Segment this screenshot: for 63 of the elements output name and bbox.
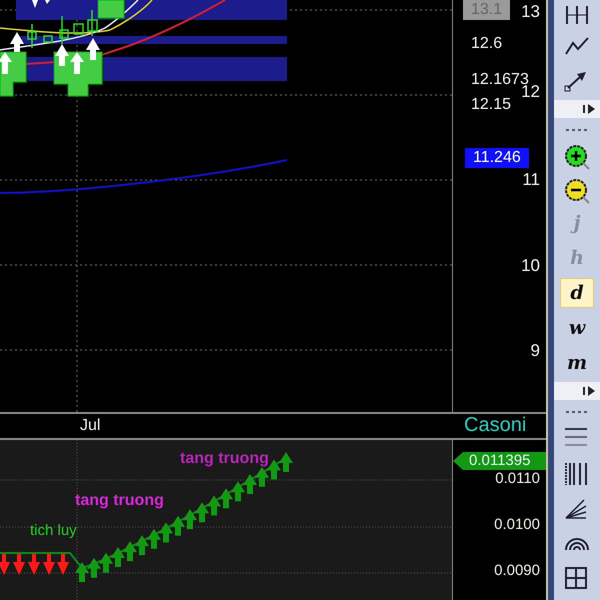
up-arrow-icon xyxy=(171,516,185,536)
grip-icon xyxy=(564,410,588,414)
up-arrow-icon xyxy=(70,52,84,74)
period-button[interactable]: m xyxy=(560,348,594,378)
candlestick xyxy=(43,35,53,43)
axis-label: 11.246 xyxy=(465,148,529,168)
up-arrow-icon xyxy=(111,547,125,568)
down-arrow-icon xyxy=(43,553,55,575)
up-arrow-icon xyxy=(75,562,89,582)
grip-icon xyxy=(564,128,588,132)
chart-annotation: tang truong xyxy=(180,450,269,468)
down-arrow-icon xyxy=(28,553,40,575)
down-arrow-icon xyxy=(57,553,69,575)
up-arrow-icon xyxy=(159,522,173,542)
chart-annotation: tang truong xyxy=(75,492,164,510)
down-arrow-icon xyxy=(45,0,50,4)
up-arrow-icon xyxy=(207,495,221,516)
up-arrow-icon xyxy=(55,44,69,66)
period-button[interactable]: d xyxy=(560,278,594,308)
up-arrow-icon xyxy=(183,509,197,530)
axis-label: 10 xyxy=(521,256,540,276)
up-arrow-icon xyxy=(86,38,100,60)
date-label: Jul xyxy=(80,417,100,435)
candlestick xyxy=(59,16,69,44)
down-arrow-icon xyxy=(0,553,10,575)
grid-icon[interactable] xyxy=(564,566,588,590)
up-arrow-icon xyxy=(123,541,137,562)
axis-label: 0.011395 xyxy=(453,452,546,470)
axis-label: 0.0110 xyxy=(495,470,540,488)
expand-icon[interactable] xyxy=(582,103,596,115)
bars-icon[interactable] xyxy=(564,4,590,26)
expand-icon[interactable] xyxy=(582,385,596,397)
up-arrow-icon xyxy=(195,502,209,522)
axis-label: 12.6 xyxy=(471,34,502,54)
candlestick xyxy=(73,23,84,35)
axis-label: 13 xyxy=(521,2,540,22)
up-arrow-icon xyxy=(10,32,24,52)
line-chart-icon[interactable] xyxy=(564,36,590,56)
up-arrow-icon xyxy=(231,481,245,502)
vertical-lines-icon[interactable] xyxy=(564,462,588,486)
axis-label: 9 xyxy=(530,341,540,361)
zoom-in-icon[interactable] xyxy=(564,144,590,170)
axis-label: 12.15 xyxy=(471,95,512,115)
up-arrow-icon xyxy=(279,452,293,472)
up-arrow-icon xyxy=(255,466,269,487)
up-arrow-icon xyxy=(135,535,149,556)
up-arrow-icon xyxy=(243,474,257,494)
up-arrow-icon xyxy=(0,52,12,74)
chart-annotation: tich luy xyxy=(30,522,77,539)
up-arrow-icon xyxy=(87,558,101,578)
candlestick xyxy=(27,24,37,48)
up-arrow-icon xyxy=(267,459,281,480)
horizontal-lines-icon[interactable] xyxy=(564,426,588,448)
axis-label: 11 xyxy=(522,170,540,190)
up-arrow-icon xyxy=(147,528,161,549)
period-button[interactable]: w xyxy=(560,313,594,343)
up-arrow-icon xyxy=(99,552,113,573)
down-arrow-icon xyxy=(13,553,25,575)
indicator-name: Casoni xyxy=(464,414,526,437)
axis-label: 0.0100 xyxy=(494,516,540,534)
zoom-out-icon[interactable] xyxy=(564,178,590,204)
axis-label: 0.0090 xyxy=(494,562,540,580)
up-arrow-icon xyxy=(219,488,233,508)
